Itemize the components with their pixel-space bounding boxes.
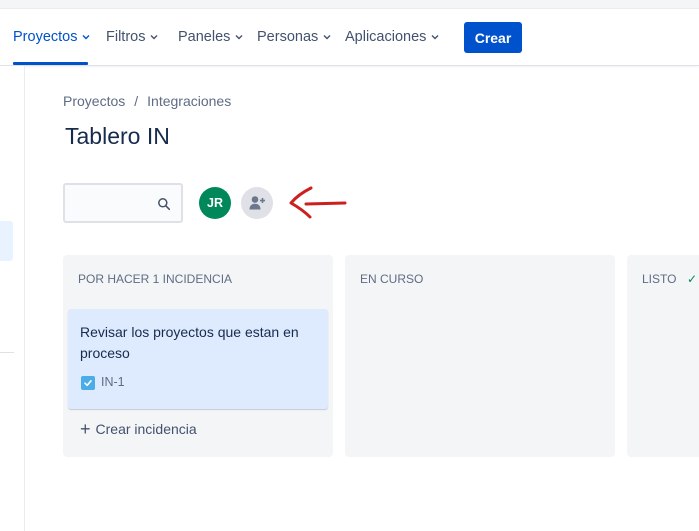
sidebar-divider (0, 352, 14, 353)
board-column-in-progress: EN CURSO (345, 255, 615, 457)
column-header: LISTO (642, 272, 677, 286)
nav-item-filtros[interactable]: Filtros (106, 9, 159, 65)
column-header: POR HACER 1 INCIDENCIA (78, 272, 233, 286)
check-icon: ✓ (687, 272, 698, 286)
card-key: IN-1 (101, 375, 125, 389)
create-button[interactable]: Crear (464, 22, 522, 53)
chevron-down-icon (81, 32, 91, 42)
column-header: EN CURSO (360, 272, 424, 286)
nav-item-paneles[interactable]: Paneles (178, 9, 244, 65)
chevron-down-icon (149, 32, 159, 42)
nav-item-personas[interactable]: Personas (257, 9, 332, 65)
create-issue-label: Crear incidencia (95, 421, 197, 437)
nav-item-proyectos[interactable]: Proyectos (13, 9, 91, 65)
breadcrumb: Proyectos / Integraciones (63, 93, 231, 109)
sidebar (0, 66, 25, 531)
search-input[interactable] (63, 183, 183, 223)
card-title: Revisar los proyectos que estan en proce… (80, 324, 299, 361)
red-arrow-annotation (289, 186, 347, 219)
nav-item-label: Filtros (106, 29, 146, 45)
nav-item-label: Proyectos (13, 29, 78, 45)
breadcrumb-separator: / (134, 93, 139, 109)
chevron-down-icon (322, 32, 332, 42)
top-navigation: Proyectos Filtros Paneles Personas Aplic… (0, 9, 699, 66)
chevron-down-icon (234, 32, 244, 42)
top-bar (0, 0, 699, 9)
nav-item-label: Personas (257, 29, 319, 45)
create-issue-button[interactable]: + Crear incidencia (80, 419, 197, 439)
task-checkbox-icon (81, 376, 95, 390)
search-icon (158, 198, 171, 211)
nav-item-aplicaciones[interactable]: Aplicaciones (345, 9, 440, 65)
board-column-todo: POR HACER 1 INCIDENCIA Revisar los proye… (63, 255, 333, 457)
board-column-done: LISTO ✓ (627, 255, 699, 457)
add-person-icon (249, 196, 265, 210)
sidebar-item-selected[interactable] (0, 221, 13, 261)
plus-icon: + (80, 419, 91, 439)
issue-card[interactable]: Revisar los proyectos que estan en proce… (68, 309, 328, 409)
add-people-button[interactable] (241, 187, 273, 219)
avatar[interactable]: JR (199, 187, 231, 219)
nav-item-label: Aplicaciones (345, 29, 427, 45)
nav-item-label: Paneles (178, 29, 231, 45)
chevron-down-icon (430, 32, 440, 42)
breadcrumb-item-proyectos[interactable]: Proyectos (63, 93, 125, 109)
breadcrumb-item-integraciones[interactable]: Integraciones (147, 93, 231, 109)
page-title: Tablero IN (65, 123, 170, 149)
